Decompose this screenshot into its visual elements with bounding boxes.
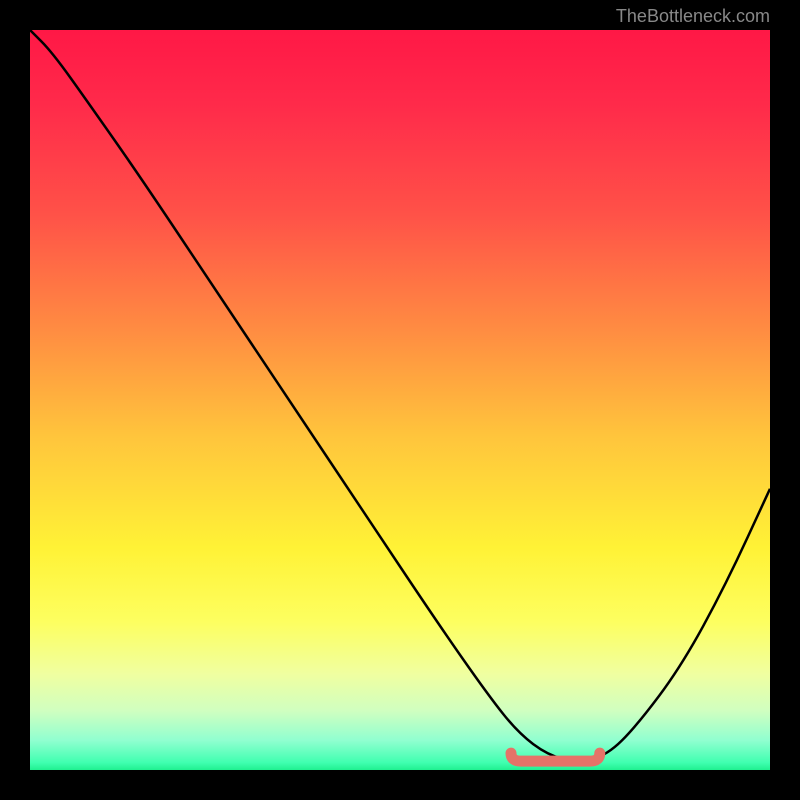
curve-svg (30, 30, 770, 770)
watermark-text: TheBottleneck.com (616, 6, 770, 27)
chart-container: TheBottleneck.com (0, 0, 800, 800)
plot-area (30, 30, 770, 770)
bottleneck-curve-line (30, 30, 770, 761)
optimal-range-marker (511, 753, 600, 761)
